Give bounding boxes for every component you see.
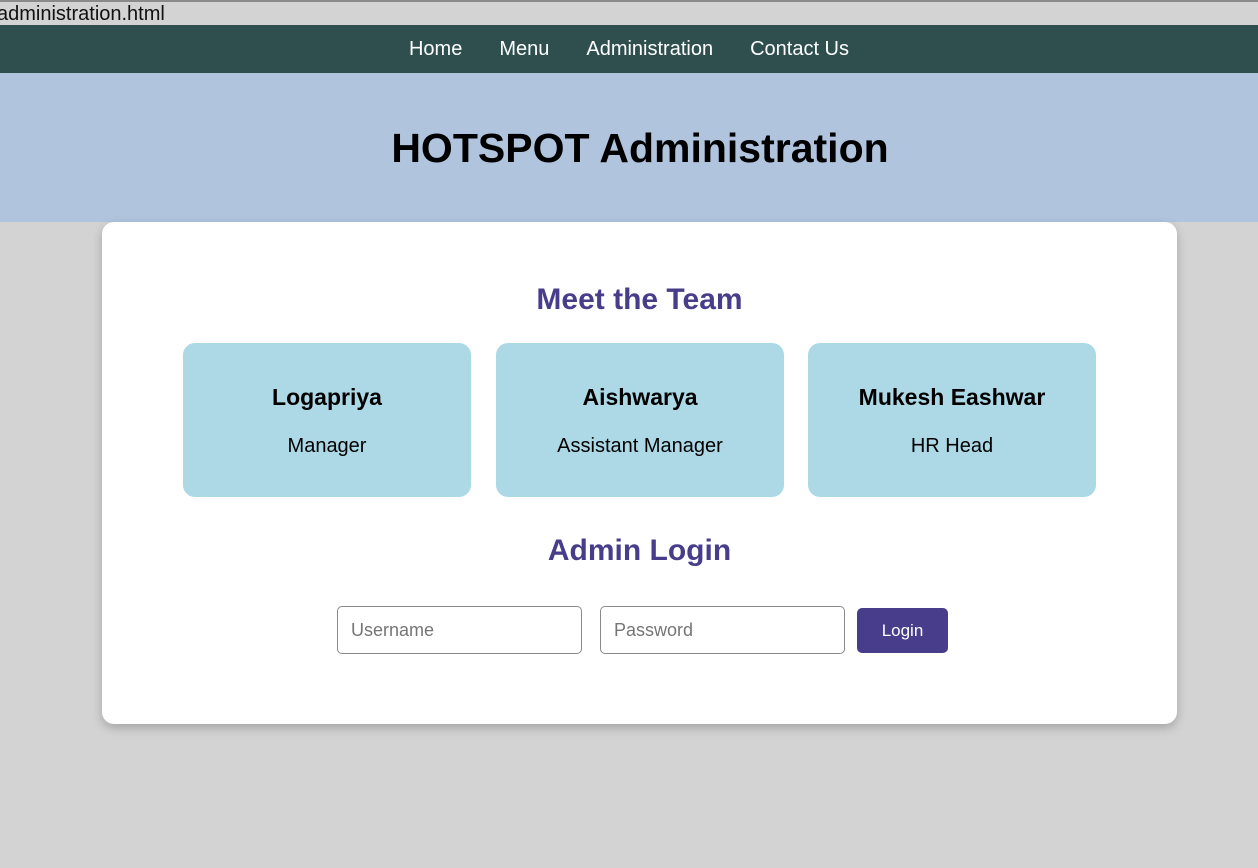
nav-link-menu[interactable]: Menu — [499, 38, 549, 61]
member-role: HR Head — [910, 435, 994, 457]
hero-banner: HOTSPOT Administration — [0, 73, 1258, 222]
nav-link-administration[interactable]: Administration — [586, 38, 713, 61]
member-name: Logapriya — [272, 384, 382, 410]
team-card-aishwarya: Aishwarya Assistant Manager — [496, 343, 784, 497]
password-input[interactable] — [600, 606, 845, 654]
browser-tab-strip: administration.html — [0, 0, 1258, 25]
member-role: Assistant Manager — [557, 435, 723, 457]
admin-login-heading: Admin Login — [547, 534, 732, 567]
member-name: Aishwarya — [582, 384, 698, 410]
nav-link-home[interactable]: Home — [409, 38, 462, 61]
page-title: HOTSPOT Administration — [391, 125, 889, 171]
team-card-mukesh-eashwar: Mukesh Eashwar HR Head — [808, 343, 1096, 497]
top-navbar: Home Menu Administration Contact Us — [0, 25, 1258, 73]
nav-link-contact-us[interactable]: Contact Us — [750, 38, 849, 61]
username-input[interactable] — [337, 606, 582, 654]
content-panel: Meet the Team Logapriya Manager Aishwary… — [102, 222, 1177, 724]
member-role: Manager — [287, 435, 367, 457]
team-heading: Meet the Team — [536, 283, 743, 316]
login-button[interactable]: Login — [857, 608, 948, 653]
tab-title: administration.html — [0, 3, 165, 25]
team-card-logapriya: Logapriya Manager — [183, 343, 471, 497]
member-name: Mukesh Eashwar — [858, 384, 1046, 410]
